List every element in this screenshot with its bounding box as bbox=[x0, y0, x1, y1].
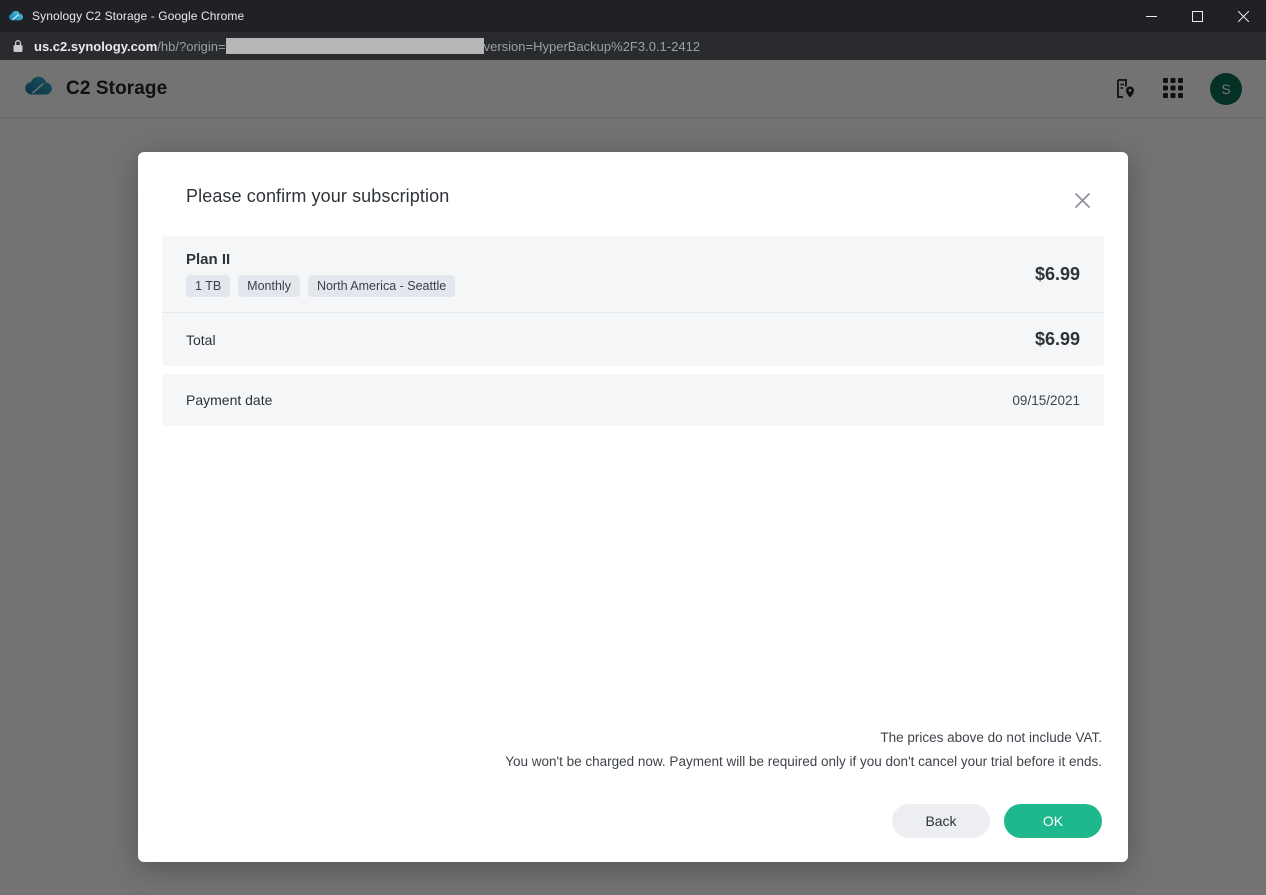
dialog-title: Please confirm your subscription bbox=[186, 186, 450, 206]
plan-tag-region: North America - Seattle bbox=[307, 275, 456, 297]
url-text: us.c2.synology.com/hb/?origin= version=Hy… bbox=[34, 38, 700, 54]
plan-info: Plan II 1 TB Monthly North America - Sea… bbox=[186, 251, 456, 297]
close-icon[interactable] bbox=[1068, 186, 1096, 214]
ok-button[interactable]: OK bbox=[1004, 804, 1102, 838]
dialog-header: Please confirm your subscription bbox=[162, 176, 1104, 236]
plan-card: Plan II 1 TB Monthly North America - Sea… bbox=[162, 236, 1104, 366]
back-button[interactable]: Back bbox=[892, 804, 990, 838]
total-row: Total $6.99 bbox=[162, 312, 1104, 366]
close-icon[interactable] bbox=[1220, 0, 1266, 32]
summary-cards: Plan II 1 TB Monthly North America - Sea… bbox=[162, 236, 1104, 426]
plan-tag-billing-cycle: Monthly bbox=[238, 275, 300, 297]
browser-urlbar[interactable]: us.c2.synology.com/hb/?origin= version=Hy… bbox=[0, 32, 1266, 60]
payment-date-value: 09/15/2021 bbox=[1012, 392, 1080, 408]
payment-date-row: Payment date 09/15/2021 bbox=[162, 374, 1104, 426]
dialog-notes: The prices above do not include VAT. You… bbox=[162, 726, 1104, 774]
synology-cloud-icon bbox=[8, 8, 24, 24]
lock-icon bbox=[12, 39, 24, 53]
window-controls bbox=[1128, 0, 1266, 32]
page-content: C2 Storage bbox=[0, 60, 1266, 895]
total-value: $6.99 bbox=[1034, 329, 1080, 349]
payment-date-label: Payment date bbox=[186, 392, 273, 408]
maximize-icon[interactable] bbox=[1174, 0, 1220, 32]
minimize-icon[interactable] bbox=[1128, 0, 1174, 32]
dialog-actions: Back OK bbox=[162, 774, 1104, 838]
dialog-spacer bbox=[162, 426, 1104, 726]
plan-tags: 1 TB Monthly North America - Seattle bbox=[186, 275, 456, 297]
url-redacted-block bbox=[225, 38, 484, 54]
confirm-subscription-dialog: Please confirm your subscription Plan II… bbox=[138, 152, 1128, 862]
plan-row: Plan II 1 TB Monthly North America - Sea… bbox=[162, 236, 1104, 312]
total-label: Total bbox=[186, 331, 216, 348]
vat-note: The prices above do not include VAT. bbox=[880, 730, 1102, 745]
url-host: us.c2.synology.com bbox=[34, 38, 158, 54]
url-path-suffix: version=HyperBackup%2F3.0.1-2412 bbox=[483, 38, 701, 54]
plan-name: Plan II bbox=[186, 251, 231, 268]
url-path-prefix: /hb/?origin= bbox=[157, 38, 226, 54]
plan-tag-capacity: 1 TB bbox=[186, 275, 231, 297]
browser-tab-title: Synology C2 Storage - Google Chrome bbox=[32, 9, 245, 23]
browser-titlebar: Synology C2 Storage - Google Chrome bbox=[0, 0, 1266, 32]
plan-price: $6.99 bbox=[1034, 263, 1080, 284]
trial-note: You won't be charged now. Payment will b… bbox=[505, 754, 1102, 769]
payment-date-card: Payment date 09/15/2021 bbox=[162, 374, 1104, 426]
